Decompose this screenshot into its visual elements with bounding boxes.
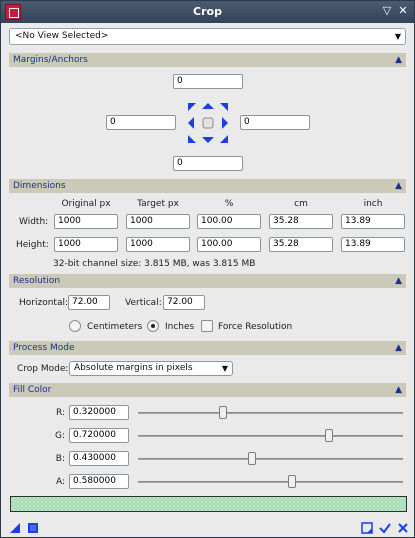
anchor-grid bbox=[186, 101, 230, 145]
view-selector[interactable]: <No View Selected> ▼ bbox=[9, 28, 406, 45]
height-label: Height: bbox=[16, 240, 49, 250]
new-instance-icon[interactable] bbox=[9, 522, 21, 534]
view-global-icon[interactable] bbox=[27, 522, 39, 534]
fill-channel-value-input[interactable]: 0.720000 bbox=[69, 428, 129, 443]
col-header-percent: % bbox=[224, 199, 234, 209]
anchor-top-icon[interactable] bbox=[202, 103, 214, 109]
fill-channel-value-input[interactable]: 0.580000 bbox=[69, 474, 129, 489]
fill-channel-slider-track[interactable] bbox=[138, 481, 403, 483]
fill-color-swatch bbox=[10, 496, 407, 512]
fill-channel-slider-handle[interactable] bbox=[247, 452, 256, 465]
crop-dialog: Crop ▽ ✕ <No View Selected> ▼ Margins/An… bbox=[0, 0, 415, 538]
margin-bottom-input[interactable]: 0 bbox=[173, 156, 243, 171]
fill-channel-label: G: bbox=[55, 431, 66, 441]
fill-channel-label: A: bbox=[55, 477, 65, 487]
section-margins-anchors[interactable]: Margins/Anchors ▲ bbox=[9, 53, 406, 67]
width-original-px-input[interactable]: 1000 bbox=[54, 214, 118, 229]
vertical-resolution-input[interactable]: 72.00 bbox=[163, 295, 205, 310]
section-title: Fill Color bbox=[13, 385, 52, 395]
title-bar: Crop ▽ ✕ bbox=[1, 1, 414, 23]
height-percent-input[interactable]: 100.00 bbox=[197, 237, 261, 252]
anchor-right-icon[interactable] bbox=[222, 117, 228, 129]
anchor-bottom-left-icon[interactable] bbox=[188, 135, 196, 143]
horizontal-resolution-input[interactable]: 72.00 bbox=[68, 295, 110, 310]
inches-label: Inches bbox=[165, 322, 195, 332]
fill-channel-label: B: bbox=[55, 454, 65, 464]
margin-left-input[interactable]: 0 bbox=[106, 115, 176, 130]
chevron-down-icon: ▼ bbox=[394, 32, 401, 41]
margin-top-input[interactable]: 0 bbox=[173, 74, 243, 89]
centimeters-radio[interactable] bbox=[69, 320, 81, 332]
section-resolution[interactable]: Resolution ▲ bbox=[9, 274, 406, 288]
chevron-down-icon: ▼ bbox=[221, 364, 228, 373]
force-resolution-checkbox[interactable] bbox=[201, 320, 213, 332]
cancel-x-icon[interactable] bbox=[397, 522, 409, 534]
width-target-px-input[interactable]: 1000 bbox=[126, 214, 190, 229]
fill-channel-value-input[interactable]: 0.320000 bbox=[69, 405, 129, 420]
section-dimensions[interactable]: Dimensions ▲ bbox=[9, 179, 406, 193]
anchor-center-button[interactable] bbox=[202, 117, 214, 129]
section-title: Dimensions bbox=[13, 181, 66, 191]
collapse-icon[interactable]: ▲ bbox=[395, 53, 402, 67]
view-selector-value: <No View Selected> bbox=[15, 31, 109, 41]
width-percent-input[interactable]: 100.00 bbox=[197, 214, 261, 229]
force-resolution-label: Force Resolution bbox=[218, 322, 293, 332]
fill-channel-slider-handle[interactable] bbox=[218, 406, 227, 419]
fill-channel-label: R: bbox=[55, 408, 65, 418]
vertical-label: Vertical: bbox=[125, 298, 162, 308]
fill-channel-slider-handle[interactable] bbox=[287, 475, 296, 488]
width-inch-input[interactable]: 13.89 bbox=[341, 214, 405, 229]
horizontal-label: Horizontal: bbox=[19, 298, 68, 308]
shade-icon[interactable]: ▽ bbox=[380, 4, 394, 18]
height-target-px-input[interactable]: 1000 bbox=[126, 237, 190, 252]
apply-check-icon[interactable] bbox=[379, 522, 391, 534]
fill-channel-value-input[interactable]: 0.430000 bbox=[69, 451, 129, 466]
collapse-icon[interactable]: ▲ bbox=[395, 341, 402, 355]
height-cm-input[interactable]: 35.28 bbox=[269, 237, 333, 252]
channel-size-info: 32-bit channel size: 3.815 MB, was 3.815… bbox=[53, 259, 256, 269]
centimeters-label: Centimeters bbox=[87, 322, 143, 332]
collapse-icon[interactable]: ▲ bbox=[395, 383, 402, 397]
fill-channel-slider-handle[interactable] bbox=[324, 429, 333, 442]
width-cm-input[interactable]: 35.28 bbox=[269, 214, 333, 229]
window-title: Crop bbox=[193, 5, 222, 18]
fill-channel-slider-track[interactable] bbox=[138, 412, 403, 414]
col-header-target-px: Target px bbox=[137, 199, 179, 209]
crop-mode-select[interactable]: Absolute margins in pixels ▼ bbox=[69, 361, 233, 376]
anchor-bottom-right-icon[interactable] bbox=[220, 135, 228, 143]
section-title: Margins/Anchors bbox=[13, 55, 88, 65]
anchor-top-left-icon[interactable] bbox=[188, 103, 196, 111]
fill-channel-slider-track[interactable] bbox=[138, 435, 403, 437]
collapse-icon[interactable]: ▲ bbox=[395, 179, 402, 193]
section-fill-color[interactable]: Fill Color ▲ bbox=[9, 383, 406, 397]
height-original-px-input[interactable]: 1000 bbox=[54, 237, 118, 252]
collapse-icon[interactable]: ▲ bbox=[395, 274, 402, 288]
close-icon[interactable]: ✕ bbox=[396, 4, 410, 18]
reset-icon[interactable] bbox=[361, 522, 373, 534]
height-inch-input[interactable]: 13.89 bbox=[341, 237, 405, 252]
col-header-original-px: Original px bbox=[61, 199, 111, 209]
margin-right-input[interactable]: 0 bbox=[240, 115, 310, 130]
crop-mode-label: Crop Mode: bbox=[17, 364, 69, 374]
width-label: Width: bbox=[19, 217, 49, 227]
col-header-inch: inch bbox=[363, 199, 383, 209]
anchor-left-icon[interactable] bbox=[188, 117, 194, 129]
inches-radio[interactable] bbox=[147, 320, 159, 332]
section-process-mode[interactable]: Process Mode ▲ bbox=[9, 341, 406, 355]
fill-channel-slider-track[interactable] bbox=[138, 458, 403, 460]
anchor-bottom-icon[interactable] bbox=[202, 137, 214, 143]
col-header-cm: cm bbox=[294, 199, 308, 209]
crop-mode-value: Absolute margins in pixels bbox=[74, 363, 193, 373]
section-title: Process Mode bbox=[13, 343, 75, 353]
anchor-top-right-icon[interactable] bbox=[220, 103, 228, 111]
section-title: Resolution bbox=[13, 276, 61, 286]
